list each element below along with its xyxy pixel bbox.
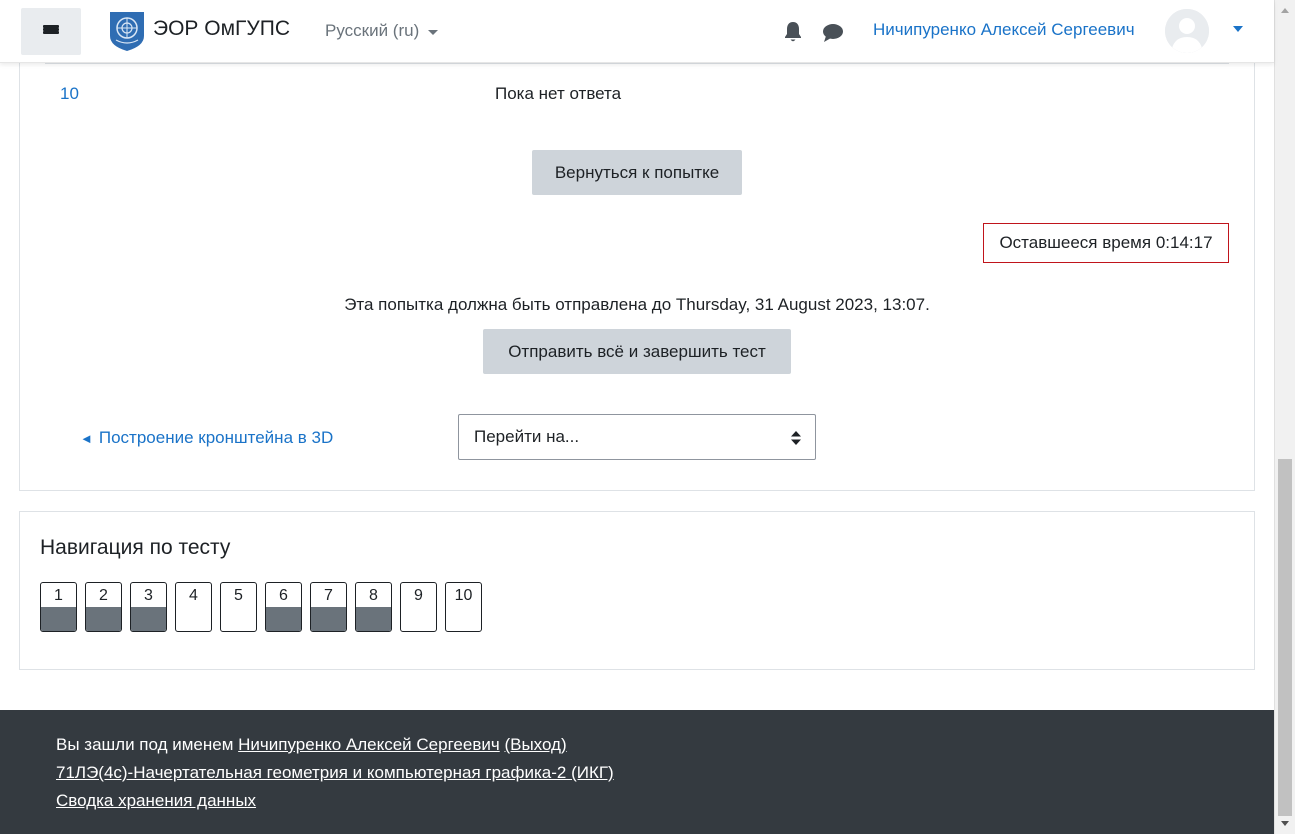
login-prefix: Вы зашли под именем — [56, 735, 234, 754]
scroll-up-icon[interactable] — [1281, 8, 1289, 13]
quiz-nav-question-button[interactable]: 4 — [175, 582, 212, 632]
scroll-down-icon[interactable] — [1281, 821, 1289, 826]
answered-indicator — [131, 607, 166, 631]
scrollbar-thumb[interactable] — [1278, 459, 1292, 816]
deadline-text: Эта попытка должна быть отправлена до Th… — [344, 295, 930, 314]
quiz-navigation-title: Навигация по тесту — [40, 536, 231, 559]
question-number-link[interactable]: 10 — [60, 84, 79, 104]
profile-link[interactable]: Ничипуренко Алексей Сергеевич — [238, 735, 500, 754]
logout-link[interactable]: (Выход) — [504, 735, 566, 754]
question-number: 3 — [144, 587, 153, 604]
language-label: Русский (ru) — [325, 21, 420, 40]
course-link[interactable]: 71ЛЭ(4с)-Начертательная геометрия и комп… — [56, 763, 614, 782]
quiz-nav-question-button[interactable]: 8 — [355, 582, 392, 632]
arrow-left-icon: ◄ — [80, 430, 93, 446]
submit-all-button[interactable]: Отправить всё и завершить тест — [483, 329, 791, 374]
quiz-nav-question-button[interactable]: 2 — [85, 582, 122, 632]
login-info: Вы зашли под именем Ничипуренко Алексей … — [56, 735, 567, 755]
quiz-nav-question-button[interactable]: 3 — [130, 582, 167, 632]
bell-icon[interactable] — [783, 21, 803, 43]
site-name[interactable]: ЭОР ОмГУПС — [153, 17, 290, 41]
data-retention-line: Сводка хранения данных — [56, 791, 256, 811]
quiz-timer: Оставшееся время 0:14:17 — [983, 223, 1229, 263]
answered-indicator — [266, 607, 301, 631]
avatar[interactable] — [1165, 9, 1209, 53]
answered-indicator — [86, 607, 121, 631]
question-number: 7 — [324, 587, 333, 604]
jump-to-select[interactable]: Перейти на... — [458, 414, 816, 460]
question-number: 9 — [414, 587, 423, 604]
chat-icon[interactable] — [822, 23, 844, 43]
question-number: 8 — [369, 587, 378, 604]
jump-to-value: Перейти на... — [474, 427, 580, 446]
question-number: 5 — [234, 587, 243, 604]
answered-indicator — [356, 607, 391, 631]
menu-toggle-button[interactable] — [21, 8, 81, 55]
quiz-nav-question-button[interactable]: 1 — [40, 582, 77, 632]
sort-arrows-icon — [791, 431, 801, 445]
quiz-nav-question-button[interactable]: 9 — [400, 582, 437, 632]
chevron-down-icon — [428, 29, 439, 35]
question-number: 4 — [189, 587, 198, 604]
timer-label: Оставшееся время — [999, 233, 1152, 252]
page-footer: Вы зашли под именем Ничипуренко Алексей … — [0, 710, 1274, 834]
page-scrollbar[interactable] — [1274, 0, 1295, 834]
language-menu[interactable]: Русский (ru) — [325, 21, 439, 41]
previous-activity-link[interactable]: ◄ Построение кронштейна в 3D — [80, 428, 333, 448]
table-divider — [45, 63, 1229, 64]
question-status: Пока нет ответа — [495, 84, 622, 103]
answered-indicator — [311, 607, 346, 631]
hamburger-icon — [43, 25, 59, 38]
quiz-nav-question-button[interactable]: 7 — [310, 582, 347, 632]
user-menu-name[interactable]: Ничипуренко Алексей Сергеевич — [873, 20, 1135, 40]
timer-value: 0:14:17 — [1155, 233, 1213, 252]
chevron-down-icon[interactable] — [1233, 26, 1243, 32]
course-link-line: 71ЛЭ(4с)-Начертательная геометрия и комп… — [56, 763, 614, 783]
site-logo[interactable] — [108, 10, 146, 52]
quiz-nav-question-button[interactable]: 6 — [265, 582, 302, 632]
question-number: 6 — [279, 587, 288, 604]
return-to-attempt-button[interactable]: Вернуться к попытке — [532, 150, 742, 195]
top-navbar: ЭОР ОмГУПС Русский (ru) Ничипуренко Алек… — [0, 0, 1274, 63]
quiz-nav-question-button[interactable]: 10 — [445, 582, 482, 632]
answered-indicator — [41, 607, 76, 631]
question-number: 2 — [99, 587, 108, 604]
previous-activity-label: Построение кронштейна в 3D — [98, 428, 334, 447]
data-retention-link[interactable]: Сводка хранения данных — [56, 791, 256, 810]
quiz-nav-question-button[interactable]: 5 — [220, 582, 257, 632]
question-number: 1 — [54, 587, 63, 604]
question-number: 10 — [454, 587, 473, 604]
